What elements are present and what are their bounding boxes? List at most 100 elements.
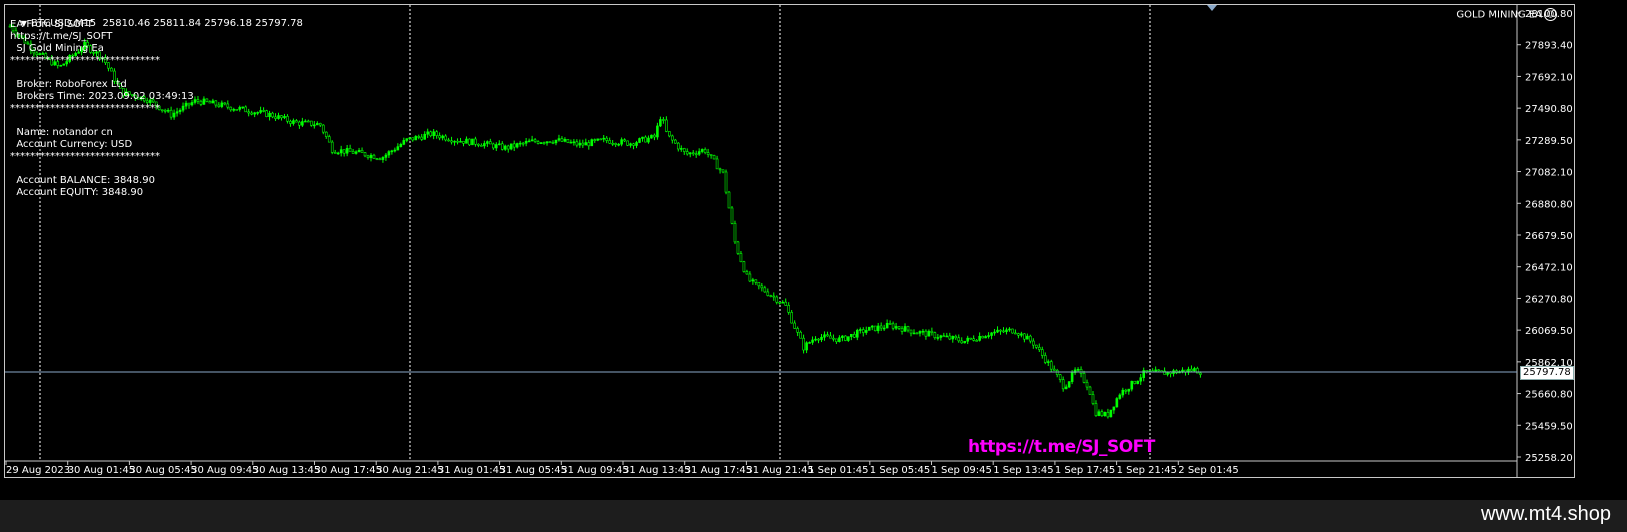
candle-body [441,135,444,139]
candle-body [718,168,722,171]
candle-body [835,338,838,343]
candle-body [471,138,474,146]
candle-body [1112,406,1116,411]
candle-body [605,137,608,141]
candle-body [799,331,802,339]
candle-body [832,337,835,340]
candle-body [1124,389,1128,392]
candle-body [366,155,370,158]
candle-body [858,329,862,331]
time-tick-label: 31 Aug 09:45 [561,465,628,476]
candle-body [656,125,659,138]
candle-body [286,116,289,122]
candle-body [685,151,689,155]
candle-body [942,335,946,338]
chart-window[interactable]: 28100.80 27893.40 27692.10 27490.80 27289.50… [0,0,1627,500]
candle-body [727,191,731,209]
candle-body [533,139,537,142]
chart-frame[interactable]: 28100.80 27893.40 27692.10 27490.80 27289.50… [4,4,1575,478]
candle-body [674,139,677,144]
candle-body [787,305,790,313]
candle-body [688,152,692,155]
candle-body [1100,411,1104,416]
candle-body [199,100,203,105]
candle-body [566,138,570,143]
candle-body [1035,344,1038,348]
candle-body [1121,389,1125,396]
candle-body [945,335,949,338]
candle-body [399,144,403,147]
candle-body [632,143,635,146]
candle-body [712,155,716,160]
price-tick-label: 26880.80 [1525,199,1573,210]
price-tick-label: 26679.50 [1525,231,1573,242]
candle-body [659,119,662,127]
candle-body [1091,394,1095,404]
info-line: ****************************** [10,103,160,114]
candle-body [608,140,611,144]
candle-body [1005,329,1008,332]
info-line: Broker: RoboForex Ltd [10,79,127,90]
candle-body [844,335,847,341]
candle-body [330,141,334,153]
info-line: Name: notandor cn [10,127,113,138]
candle-body [268,112,271,117]
candle-body [885,322,889,329]
time-tick-label: 1 Sep 01:45 [808,465,868,476]
candle-body [638,138,641,143]
candle-body [536,141,540,144]
candle-body [882,327,886,330]
info-line [10,115,194,127]
chart-shift-marker-icon[interactable] [1207,5,1217,11]
candle-body [987,335,990,337]
info-line: Account Currency: USD [10,139,133,150]
candle-body [936,337,940,339]
candle-body [876,325,880,332]
candle-body [548,141,552,143]
price-tick-label: 25660.80 [1525,390,1573,401]
candle-body [760,285,764,289]
expert-advisor-label[interactable]: GOLD MINING EA ☺ [1456,8,1557,21]
candle-body [402,140,406,145]
candle-body [241,106,245,109]
candle-body [757,281,761,287]
candle-body [193,99,197,103]
time-tick-label: 30 Aug 17:45 [315,465,382,476]
candle-body [301,121,304,126]
time-tick-label: 30 Aug 21:45 [376,465,443,476]
candle-body [438,135,441,139]
candle-body [599,138,603,141]
smiley-icon: ☺ [1544,8,1557,21]
candle-body [1061,379,1065,390]
candle-body [739,253,743,263]
candle-body [706,152,710,155]
candle-body [509,143,513,150]
candle-body [778,301,782,304]
price-chart[interactable]: 28100.8027893.4027692.1027490.8027289.50… [5,5,1574,477]
candle-body [432,131,435,137]
candle-body [563,138,567,142]
candle-body [447,139,450,142]
telegram-link-overlay: https://t.me/SJ_SOFT [968,437,1155,457]
candle-body [724,171,728,193]
candle-body [805,342,808,351]
candle-body [864,330,868,333]
candle-body [205,98,209,102]
candle-body [247,111,250,114]
candle-body [841,335,844,338]
current-price-tag: 25797.78 [1520,366,1574,380]
candle-body [993,331,996,334]
time-tick-label: 31 Aug 17:45 [685,465,752,476]
candle-body [354,151,358,154]
price-tick-label: 26270.80 [1525,294,1573,305]
candle-body [975,340,978,342]
candle-body [763,287,767,293]
candle-body [1082,373,1086,383]
info-line: SJ Gold Mining Ea [10,43,104,54]
candle-body [542,142,546,144]
candle-body [960,340,964,344]
candle-body [861,329,865,333]
candle-body [1026,335,1029,340]
candle-body [423,133,427,140]
candle-body [518,142,522,145]
